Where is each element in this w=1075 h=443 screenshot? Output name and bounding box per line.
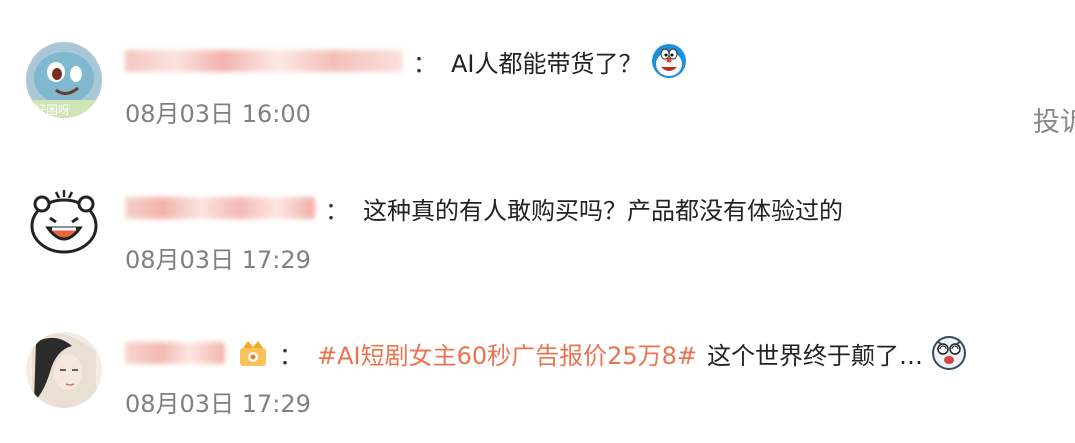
name-separator: ： xyxy=(279,341,303,370)
topic-hashtag-link[interactable]: #AI短剧女主60秒广告报价25万8# xyxy=(317,336,697,371)
name-separator: ： xyxy=(325,196,349,225)
cartoon-bear-avatar-icon xyxy=(26,184,102,260)
username-blurred[interactable] xyxy=(125,50,403,72)
squirtle-avatar-icon: 好困呀 xyxy=(26,42,102,118)
comment-text: 这个世界终于颠了… xyxy=(707,341,924,370)
svg-text:好困呀: 好困呀 xyxy=(34,103,70,117)
user-avatar[interactable] xyxy=(26,184,102,260)
doraemon-emoji-icon xyxy=(651,43,687,79)
comment-timestamp: 08月03日 17:29 xyxy=(125,390,311,418)
name-separator: ： xyxy=(413,49,437,78)
portrait-avatar-icon xyxy=(26,332,102,408)
comment-item: ： 这种真的有人敢购买吗？产品都没有体验过的 08月03日 17:29 xyxy=(0,176,1075,296)
vip-badge-icon xyxy=(237,338,269,368)
comment-item: 好困呀 ： AI人都能带货了？ 08月03日 16:00 xyxy=(0,30,1075,150)
user-avatar[interactable] xyxy=(26,332,102,408)
comment-line: ： #AI短剧女主60秒广告报价25万8# 这个世界终于颠了… xyxy=(125,336,967,370)
comment-line: ： AI人都能带货了？ xyxy=(125,44,687,78)
comment-item: ： #AI短剧女主60秒广告报价25万8# 这个世界终于颠了… 08月03日 1… xyxy=(0,322,1075,442)
dizzy-face-emoji-icon xyxy=(931,335,967,371)
username-blurred[interactable] xyxy=(125,197,315,219)
comment-timestamp: 08月03日 17:29 xyxy=(125,246,311,274)
comment-text: 这种真的有人敢购买吗？产品都没有体验过的 xyxy=(363,196,843,225)
comment-line: ： 这种真的有人敢购买吗？产品都没有体验过的 xyxy=(125,191,843,225)
user-avatar[interactable]: 好困呀 xyxy=(26,42,102,118)
comment-text: AI人都能带货了？ xyxy=(451,49,643,78)
username-blurred[interactable] xyxy=(125,342,225,364)
report-button[interactable]: 投诉 xyxy=(1033,100,1075,139)
comment-timestamp: 08月03日 16:00 xyxy=(125,100,311,128)
